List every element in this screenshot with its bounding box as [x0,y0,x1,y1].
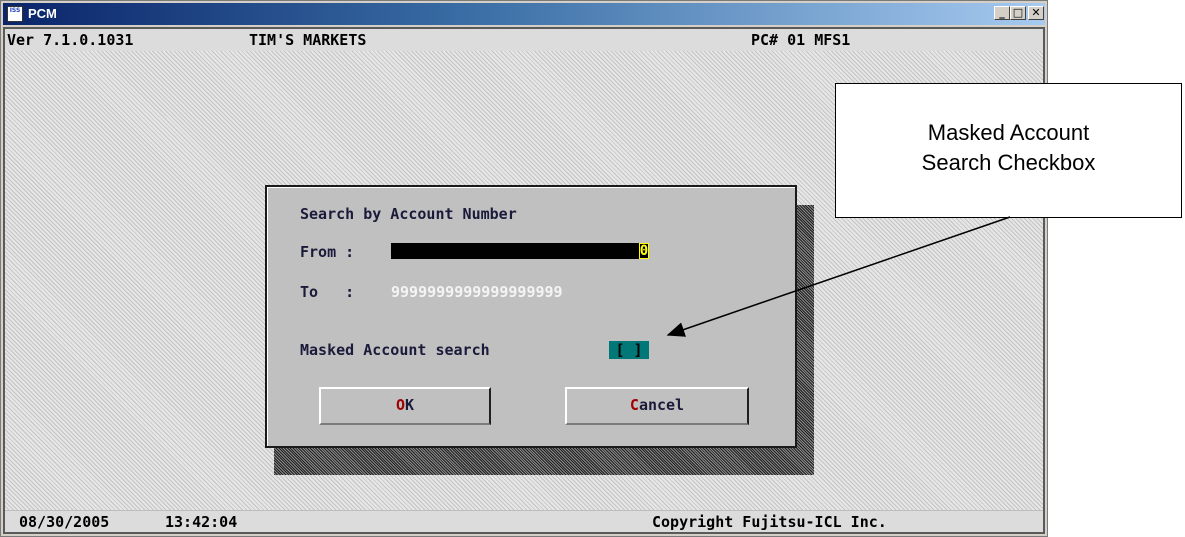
callout-arrow [666,216,1011,337]
